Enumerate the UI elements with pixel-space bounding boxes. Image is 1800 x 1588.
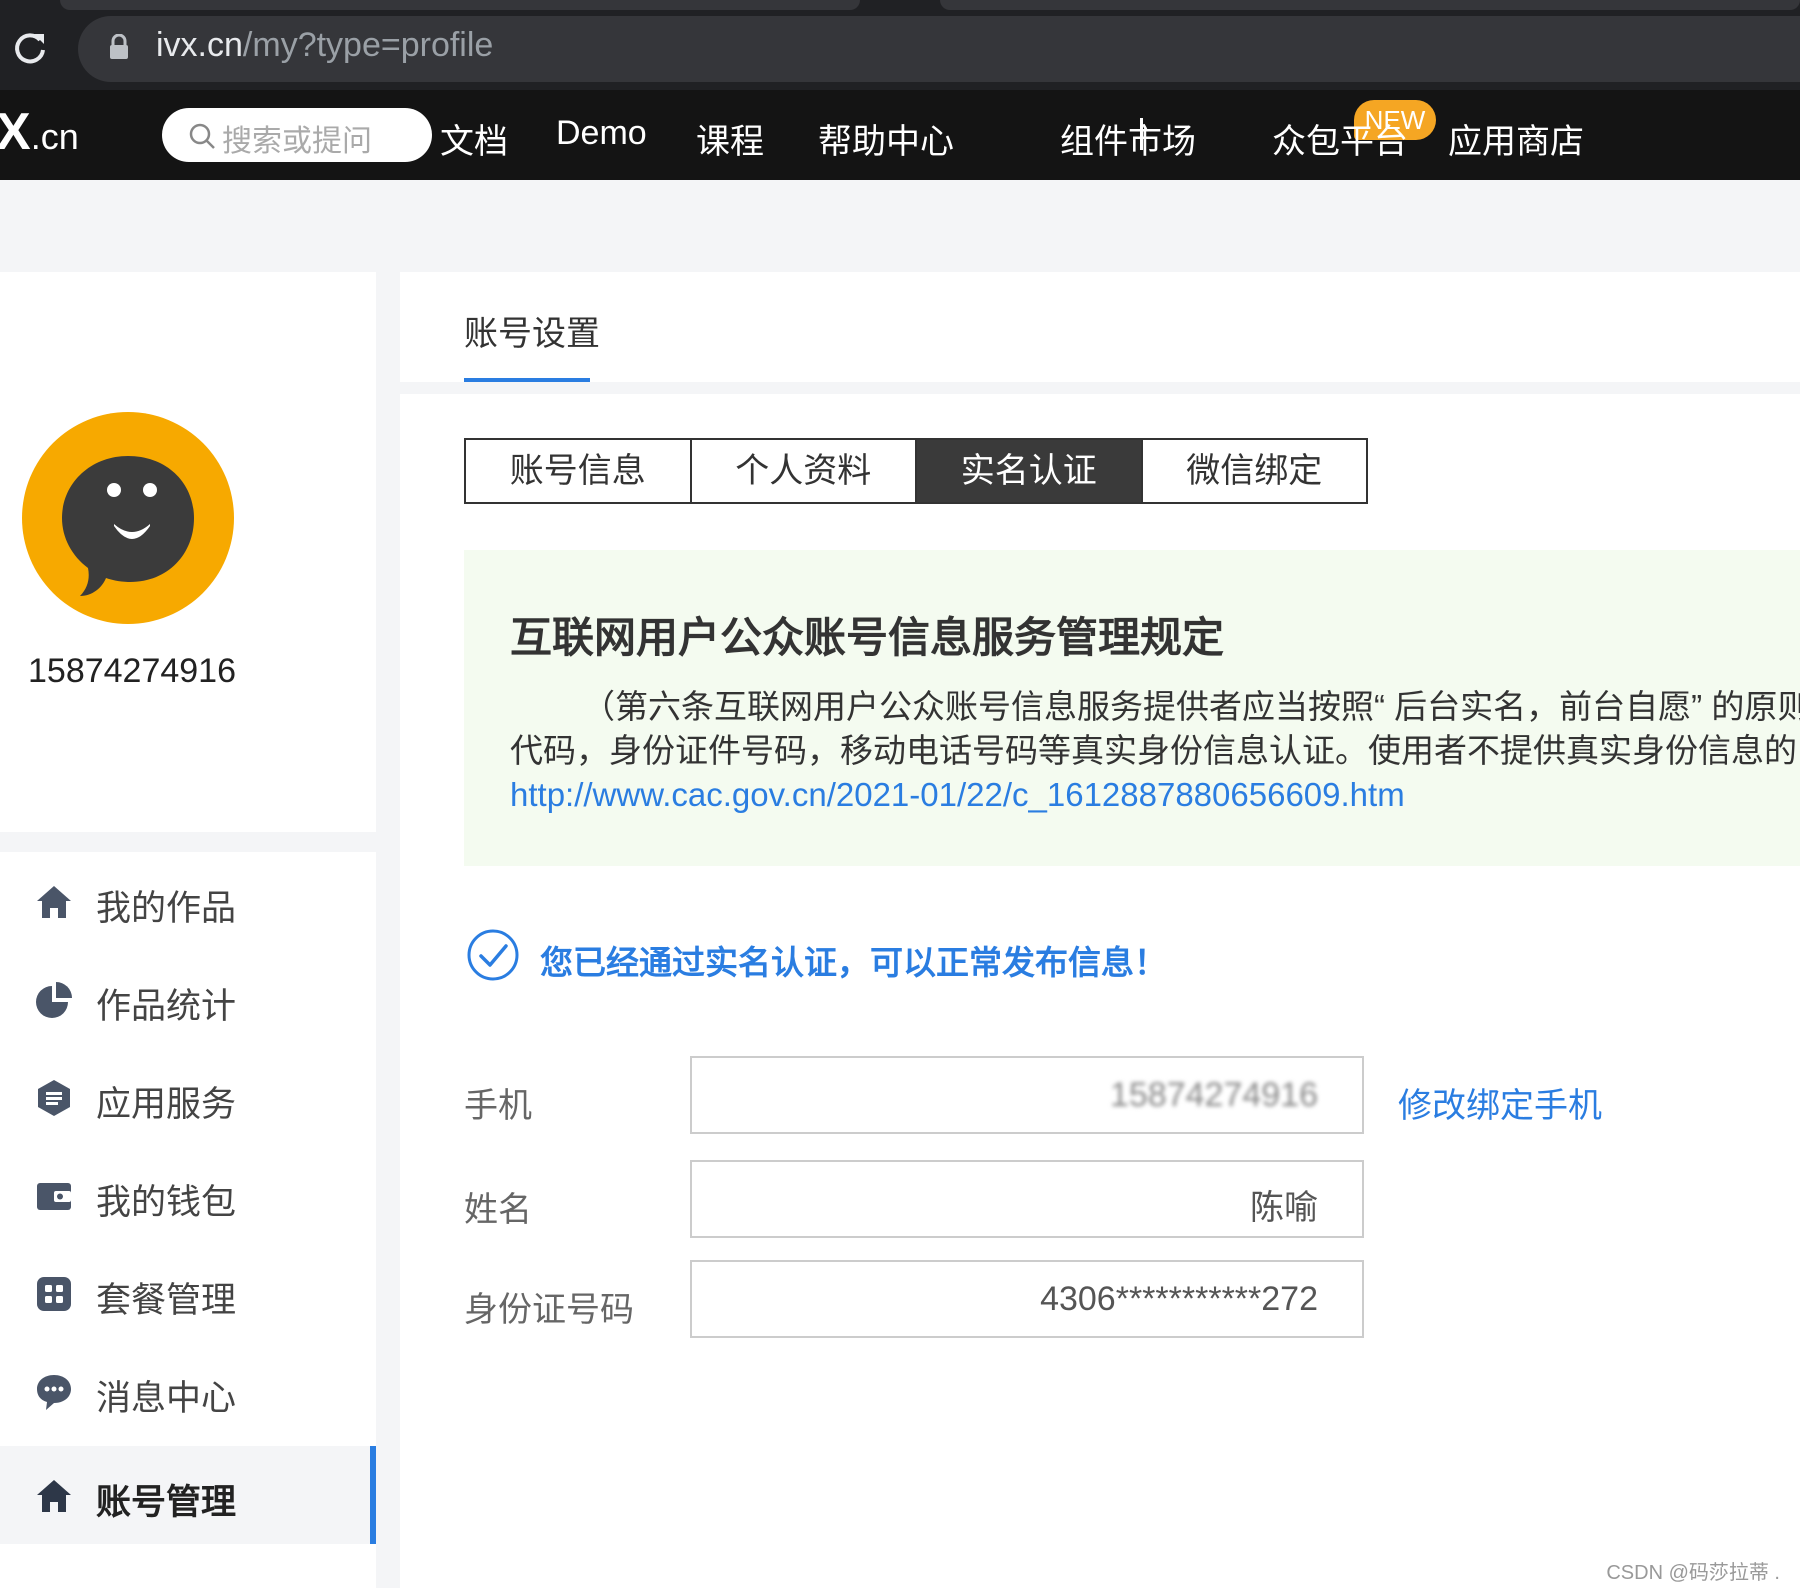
service-icon bbox=[38, 1080, 70, 1116]
sidebar-item-app-services[interactable]: 应用服务 bbox=[0, 1048, 376, 1146]
sidebar-item-account-management[interactable]: 账号管理 bbox=[0, 1446, 376, 1544]
nav-docs[interactable]: 文档 bbox=[440, 114, 508, 163]
nav-demo[interactable]: Demo bbox=[556, 114, 647, 153]
regulation-link[interactable]: http://www.cac.gov.cn/2021-01/22/c_16128… bbox=[510, 776, 1405, 814]
nav-component-market[interactable]: 组件市场 bbox=[1060, 114, 1196, 163]
page-title[interactable]: 账号设置 bbox=[464, 306, 600, 355]
site-logo[interactable]: X.cn bbox=[0, 102, 79, 162]
notice-title: 互联网用户公众账号信息服务管理规定 bbox=[510, 614, 1225, 661]
tab-account-info[interactable]: 账号信息 bbox=[466, 440, 692, 502]
id-number-field[interactable]: 4306***********272 bbox=[690, 1260, 1364, 1338]
browser-tab[interactable] bbox=[940, 0, 1800, 10]
sidebar-item-messages[interactable]: 消息中心 bbox=[0, 1342, 376, 1440]
browser-tab[interactable] bbox=[60, 0, 860, 10]
id-number-value: 4306***********272 bbox=[1040, 1280, 1318, 1318]
sidebar-item-label: 作品统计 bbox=[96, 987, 237, 1026]
watermark: CSDN @码莎拉蒂 . bbox=[1606, 1562, 1780, 1584]
nav-crowdsource[interactable]: 众包平台 bbox=[1272, 114, 1408, 163]
sidebar-item-label: 套餐管理 bbox=[96, 1281, 237, 1320]
search-icon bbox=[189, 123, 215, 149]
active-indicator bbox=[370, 1446, 376, 1544]
phone-value: 15874274916 bbox=[1109, 1076, 1318, 1114]
sidebar-item-my-works[interactable]: 我的作品 bbox=[0, 852, 376, 950]
phone-field[interactable]: 15874274916 bbox=[690, 1056, 1364, 1134]
url-host: ivx.cn bbox=[156, 26, 243, 64]
check-circle-icon bbox=[467, 929, 519, 981]
sidebar-item-work-stats[interactable]: 作品统计 bbox=[0, 950, 376, 1048]
sidebar-item-label: 应用服务 bbox=[96, 1085, 237, 1124]
reload-icon[interactable] bbox=[12, 28, 48, 68]
tab-wechat-binding[interactable]: 微信绑定 bbox=[1142, 440, 1366, 502]
sidebar-item-label: 账号管理 bbox=[96, 1483, 237, 1522]
phone-label: 手机 bbox=[464, 1087, 532, 1125]
settings-tabs: 账号信息 个人资料 实名认证 微信绑定 bbox=[464, 438, 1368, 504]
name-label: 姓名 bbox=[464, 1191, 532, 1229]
wallet-icon bbox=[37, 1183, 71, 1210]
name-field[interactable]: 陈喻 bbox=[690, 1160, 1364, 1238]
notice-text-line: 代码，身份证件号码，移动电话号码等真实身份信息认证。使用者不提供真实身份信息的，… bbox=[510, 732, 1800, 769]
notice-text-line: （第六条互联网用户公众账号信息服务提供者应当按照“ 后台实名，前台自愿” 的原则… bbox=[582, 688, 1800, 725]
sidebar-item-plans[interactable]: 套餐管理 bbox=[0, 1244, 376, 1342]
username: 15874274916 bbox=[28, 652, 237, 690]
home-icon bbox=[37, 1480, 71, 1512]
tab-real-name-verification[interactable]: 实名认证 bbox=[917, 440, 1143, 502]
chat-bubble-icon bbox=[37, 1375, 71, 1410]
grid-icon bbox=[37, 1277, 71, 1311]
title-underline bbox=[464, 378, 590, 382]
avatar[interactable] bbox=[22, 412, 234, 624]
pie-chart-icon bbox=[36, 982, 72, 1018]
verified-message: 您已经通过实名认证，可以正常发布信息！ bbox=[540, 944, 1167, 981]
sidebar-item-label: 我的钱包 bbox=[96, 1183, 237, 1222]
sidebar-item-label: 消息中心 bbox=[96, 1379, 237, 1418]
sidebar-item-wallet[interactable]: 我的钱包 bbox=[0, 1146, 376, 1244]
nav-help-center[interactable]: 帮助中心 bbox=[818, 114, 954, 163]
nav-courses[interactable]: 课程 bbox=[696, 114, 764, 163]
url-path: /my?type=profile bbox=[242, 26, 494, 64]
home-icon bbox=[37, 886, 71, 918]
sidebar-item-label: 我的作品 bbox=[96, 889, 237, 928]
lock-icon[interactable] bbox=[108, 34, 130, 60]
change-phone-link[interactable]: 修改绑定手机 bbox=[1398, 1078, 1602, 1127]
search-placeholder: 搜索或提问 bbox=[222, 125, 372, 158]
nav-app-store[interactable]: 应用商店 bbox=[1448, 114, 1584, 163]
address-url[interactable]: ivx.cn/my?type=profile bbox=[156, 26, 493, 65]
tab-personal-profile[interactable]: 个人资料 bbox=[691, 440, 917, 502]
name-value: 陈喻 bbox=[1250, 1189, 1318, 1227]
main-header bbox=[400, 272, 1800, 382]
id-number-label: 身份证号码 bbox=[464, 1291, 634, 1329]
